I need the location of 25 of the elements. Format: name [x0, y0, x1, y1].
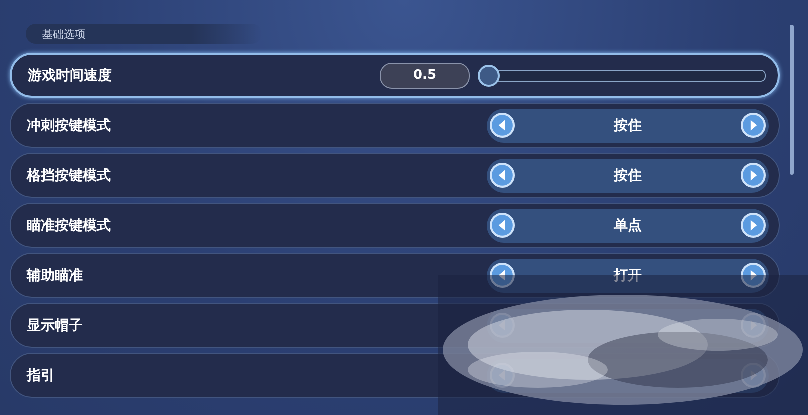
setting-row[interactable]: 格挡按键模式 按住	[10, 153, 780, 198]
setting-row[interactable]: 瞄准按键模式 单点	[10, 203, 780, 248]
setting-label: 冲刺按键模式	[27, 116, 112, 134]
option-value: 按住	[614, 166, 642, 184]
option-selector[interactable]: 打开	[487, 258, 769, 292]
setting-row[interactable]: 冲刺按键模式 按住	[10, 103, 780, 148]
setting-label: 辅助瞄准	[27, 266, 84, 284]
scrollbar[interactable]	[790, 25, 794, 175]
section-title: 基础选项	[42, 26, 86, 42]
option-selector[interactable]: 单点	[487, 208, 769, 242]
setting-label: 指引	[27, 366, 56, 384]
value-field[interactable]: 0.5	[380, 62, 470, 88]
option-value: 单点	[614, 216, 642, 234]
setting-label: 游戏时间速度	[28, 66, 113, 84]
setting-row[interactable]: 游戏时间速度 0.5	[10, 53, 780, 98]
option-selector[interactable]: 按住	[487, 158, 769, 192]
setting-label: 格挡按键模式	[27, 166, 112, 184]
option-value: 按住	[614, 116, 642, 134]
option-value: 打开	[614, 266, 642, 284]
setting-label: 显示帽子	[27, 316, 84, 334]
setting-label: 瞄准按键模式	[27, 216, 112, 234]
slider-track[interactable]	[478, 64, 766, 86]
setting-row[interactable]: 辅助瞄准 打开	[10, 253, 780, 298]
slider-thumb[interactable]	[478, 64, 500, 86]
option-selector[interactable]: 按住	[487, 108, 769, 142]
